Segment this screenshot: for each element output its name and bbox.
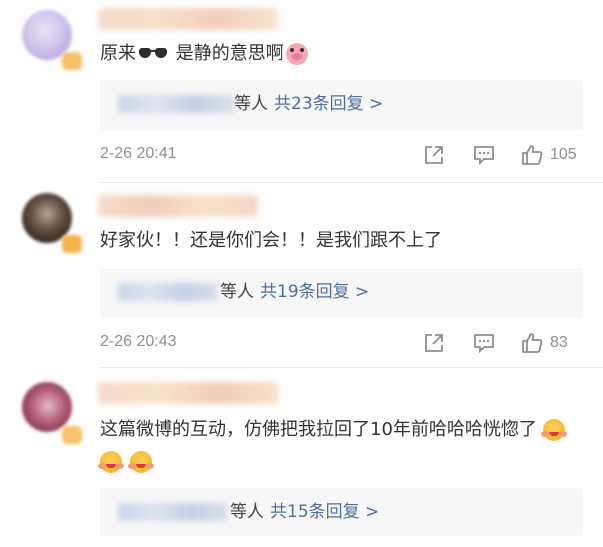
comment-item: 这篇微博的互动，仿佛把我拉回了10年前哈哈哈恍惚了 等人 共15条回复 > xyxy=(0,368,603,547)
replies-box[interactable]: 等人 共23条回复 > xyxy=(100,80,583,130)
like-count: 105 xyxy=(550,146,577,163)
comment-item: 好家伙！！还是你们会！！是我们跟不上了 等人 共19条回复 > 2-26 20:4… xyxy=(0,183,603,368)
username-blurred[interactable] xyxy=(98,195,258,217)
comment-text-after: 是静的意思啊 xyxy=(170,43,284,64)
hugging-face-emoji-icon xyxy=(128,451,152,473)
like-button[interactable]: 83 xyxy=(520,331,568,355)
username-blurred[interactable] xyxy=(98,8,278,30)
comment-date: 2-26 20:41 xyxy=(100,145,177,162)
replies-link[interactable]: 共15条回复 > xyxy=(270,502,379,522)
thumbs-up-icon xyxy=(522,145,543,165)
pig-emoji-icon xyxy=(285,43,308,65)
replies-names-blurred xyxy=(118,503,228,521)
like-count: 83 xyxy=(550,334,568,351)
comment-item: 原来 是静的意思啊 等人 共23条回复 > 2-26 20:41 105 xyxy=(0,0,603,183)
replies-link[interactable]: 共19条回复 > xyxy=(260,282,369,302)
comment-icon[interactable] xyxy=(472,143,496,167)
comment-meta: 2-26 20:41 105 xyxy=(100,143,583,167)
verified-badge-icon xyxy=(62,235,82,253)
replies-names-blurred xyxy=(118,95,234,113)
username-blurred[interactable] xyxy=(98,382,278,404)
verified-badge-icon xyxy=(62,52,82,70)
replies-names-blurred xyxy=(118,283,218,301)
comment-text: 原来 是静的意思啊 xyxy=(100,40,308,68)
replies-suffix: 等人 xyxy=(220,282,254,302)
avatar[interactable] xyxy=(22,382,72,432)
replies-box[interactable]: 等人 共19条回复 > xyxy=(100,268,583,318)
comment-text: 这篇微博的互动，仿佛把我拉回了10年前哈哈哈恍惚了 xyxy=(98,414,590,478)
share-icon[interactable] xyxy=(422,331,446,355)
hugging-face-emoji-icon xyxy=(540,419,565,441)
comment-date: 2-26 20:43 xyxy=(100,333,177,350)
comment-text-before: 原来 xyxy=(100,43,136,64)
replies-box[interactable]: 等人 共15条回复 > xyxy=(100,488,583,536)
comment-text: 好家伙！！还是你们会！！是我们跟不上了 xyxy=(100,230,442,251)
replies-suffix: 等人 xyxy=(230,502,264,522)
comment-text-body: 这篇微博的互动，仿佛把我拉回了10年前哈哈哈恍惚了 xyxy=(100,419,537,440)
sunglasses-emoji-icon xyxy=(138,47,168,61)
hugging-face-emoji-icon xyxy=(98,451,122,473)
verified-badge-icon xyxy=(62,426,82,444)
share-icon[interactable] xyxy=(422,143,446,167)
replies-link[interactable]: 共23条回复 > xyxy=(274,94,383,114)
thumbs-up-icon xyxy=(522,333,543,353)
comment-icon[interactable] xyxy=(472,331,496,355)
comment-meta: 2-26 20:43 83 xyxy=(100,331,583,355)
like-button[interactable]: 105 xyxy=(520,143,577,167)
replies-suffix: 等人 xyxy=(234,94,268,114)
